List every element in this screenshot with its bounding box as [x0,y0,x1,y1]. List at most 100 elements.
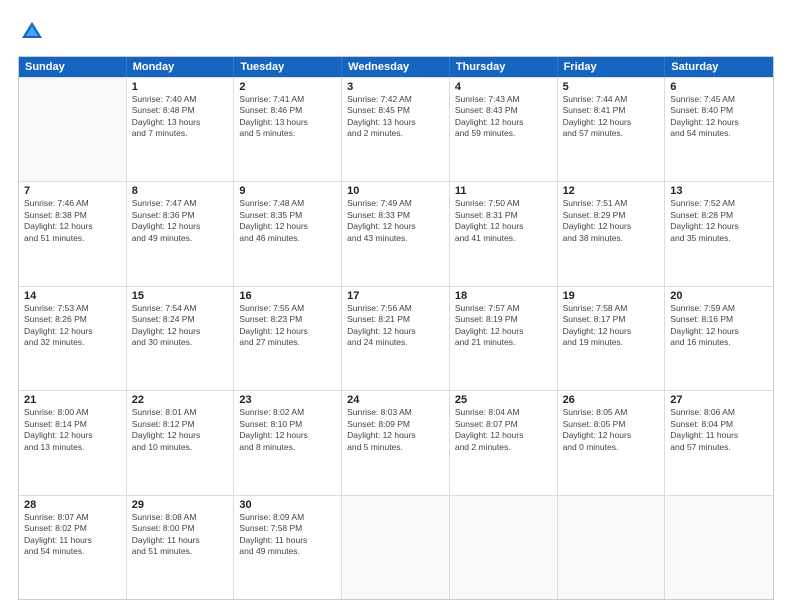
calendar-cell [450,496,558,599]
daylight-line: Daylight: 11 hours [24,535,121,546]
calendar-cell: 17Sunrise: 7:56 AMSunset: 8:21 PMDayligh… [342,287,450,390]
calendar-cell: 18Sunrise: 7:57 AMSunset: 8:19 PMDayligh… [450,287,558,390]
daylight-line: and 57 minutes. [563,128,660,139]
daylight-line: and 24 minutes. [347,337,444,348]
sun-time-line: Sunrise: 7:44 AM [563,94,660,105]
day-number: 18 [455,290,552,302]
daylight-line: and 27 minutes. [239,337,336,348]
calendar-row: 21Sunrise: 8:00 AMSunset: 8:14 PMDayligh… [19,390,773,494]
daylight-line: and 59 minutes. [455,128,552,139]
sun-time-line: Sunset: 8:36 PM [132,210,229,221]
sun-time-line: Sunrise: 8:05 AM [563,407,660,418]
daylight-line: Daylight: 12 hours [347,430,444,441]
sun-time-line: Sunrise: 8:07 AM [24,512,121,523]
daylight-line: Daylight: 12 hours [24,430,121,441]
sun-time-line: Sunset: 8:21 PM [347,314,444,325]
calendar-header-cell: Wednesday [342,57,450,77]
day-number: 24 [347,394,444,406]
day-number: 29 [132,499,229,511]
daylight-line: and 16 minutes. [670,337,768,348]
sun-time-line: Sunset: 8:28 PM [670,210,768,221]
daylight-line: and 5 minutes. [239,128,336,139]
calendar-cell [558,496,666,599]
daylight-line: Daylight: 12 hours [24,221,121,232]
calendar-cell: 16Sunrise: 7:55 AMSunset: 8:23 PMDayligh… [234,287,342,390]
calendar-row: 1Sunrise: 7:40 AMSunset: 8:48 PMDaylight… [19,77,773,181]
calendar-cell: 20Sunrise: 7:59 AMSunset: 8:16 PMDayligh… [665,287,773,390]
daylight-line: and 51 minutes. [132,546,229,557]
sun-time-line: Sunrise: 7:47 AM [132,198,229,209]
sun-time-line: Sunrise: 7:50 AM [455,198,552,209]
sun-time-line: Sunset: 8:38 PM [24,210,121,221]
day-number: 27 [670,394,768,406]
calendar-cell: 12Sunrise: 7:51 AMSunset: 8:29 PMDayligh… [558,182,666,285]
calendar-cell [19,78,127,181]
calendar-cell: 22Sunrise: 8:01 AMSunset: 8:12 PMDayligh… [127,391,235,494]
daylight-line: and 57 minutes. [670,442,768,453]
sun-time-line: Sunrise: 7:52 AM [670,198,768,209]
daylight-line: Daylight: 12 hours [455,221,552,232]
day-number: 20 [670,290,768,302]
daylight-line: and 54 minutes. [24,546,121,557]
daylight-line: and 10 minutes. [132,442,229,453]
logo [18,18,50,46]
sun-time-line: Sunset: 8:05 PM [563,419,660,430]
calendar-header: SundayMondayTuesdayWednesdayThursdayFrid… [19,57,773,77]
daylight-line: Daylight: 12 hours [347,221,444,232]
daylight-line: Daylight: 12 hours [455,430,552,441]
sun-time-line: Sunset: 8:29 PM [563,210,660,221]
sun-time-line: Sunrise: 7:46 AM [24,198,121,209]
calendar-body: 1Sunrise: 7:40 AMSunset: 8:48 PMDaylight… [19,77,773,599]
sun-time-line: Sunrise: 7:51 AM [563,198,660,209]
calendar-header-cell: Saturday [665,57,773,77]
calendar-header-cell: Tuesday [234,57,342,77]
sun-time-line: Sunrise: 8:02 AM [239,407,336,418]
sun-time-line: Sunrise: 7:40 AM [132,94,229,105]
calendar-cell: 10Sunrise: 7:49 AMSunset: 8:33 PMDayligh… [342,182,450,285]
day-number: 25 [455,394,552,406]
calendar-cell: 3Sunrise: 7:42 AMSunset: 8:45 PMDaylight… [342,78,450,181]
day-number: 7 [24,185,121,197]
sun-time-line: Sunset: 8:19 PM [455,314,552,325]
calendar-cell: 30Sunrise: 8:09 AMSunset: 7:58 PMDayligh… [234,496,342,599]
sun-time-line: Sunset: 8:16 PM [670,314,768,325]
day-number: 15 [132,290,229,302]
daylight-line: and 35 minutes. [670,233,768,244]
sun-time-line: Sunrise: 7:54 AM [132,303,229,314]
day-number: 9 [239,185,336,197]
sun-time-line: Sunrise: 8:03 AM [347,407,444,418]
calendar-cell: 9Sunrise: 7:48 AMSunset: 8:35 PMDaylight… [234,182,342,285]
sun-time-line: Sunset: 8:04 PM [670,419,768,430]
page: SundayMondayTuesdayWednesdayThursdayFrid… [0,0,792,612]
daylight-line: and 21 minutes. [455,337,552,348]
daylight-line: and 0 minutes. [563,442,660,453]
calendar-cell: 25Sunrise: 8:04 AMSunset: 8:07 PMDayligh… [450,391,558,494]
sun-time-line: Sunset: 8:41 PM [563,105,660,116]
sun-time-line: Sunset: 8:00 PM [132,523,229,534]
sun-time-line: Sunrise: 7:41 AM [239,94,336,105]
sun-time-line: Sunset: 8:10 PM [239,419,336,430]
daylight-line: and 5 minutes. [347,442,444,453]
day-number: 11 [455,185,552,197]
calendar-header-cell: Sunday [19,57,127,77]
sun-time-line: Sunrise: 7:42 AM [347,94,444,105]
daylight-line: Daylight: 12 hours [670,117,768,128]
daylight-line: Daylight: 12 hours [24,326,121,337]
calendar-cell: 11Sunrise: 7:50 AMSunset: 8:31 PMDayligh… [450,182,558,285]
daylight-line: Daylight: 12 hours [239,221,336,232]
sun-time-line: Sunset: 8:09 PM [347,419,444,430]
day-number: 6 [670,81,768,93]
day-number: 13 [670,185,768,197]
sun-time-line: Sunset: 8:07 PM [455,419,552,430]
daylight-line: and 43 minutes. [347,233,444,244]
calendar-cell: 1Sunrise: 7:40 AMSunset: 8:48 PMDaylight… [127,78,235,181]
daylight-line: Daylight: 12 hours [563,221,660,232]
sun-time-line: Sunrise: 7:56 AM [347,303,444,314]
calendar-cell: 29Sunrise: 8:08 AMSunset: 8:00 PMDayligh… [127,496,235,599]
day-number: 5 [563,81,660,93]
sun-time-line: Sunrise: 7:53 AM [24,303,121,314]
daylight-line: and 41 minutes. [455,233,552,244]
day-number: 10 [347,185,444,197]
daylight-line: and 51 minutes. [24,233,121,244]
calendar-cell [342,496,450,599]
